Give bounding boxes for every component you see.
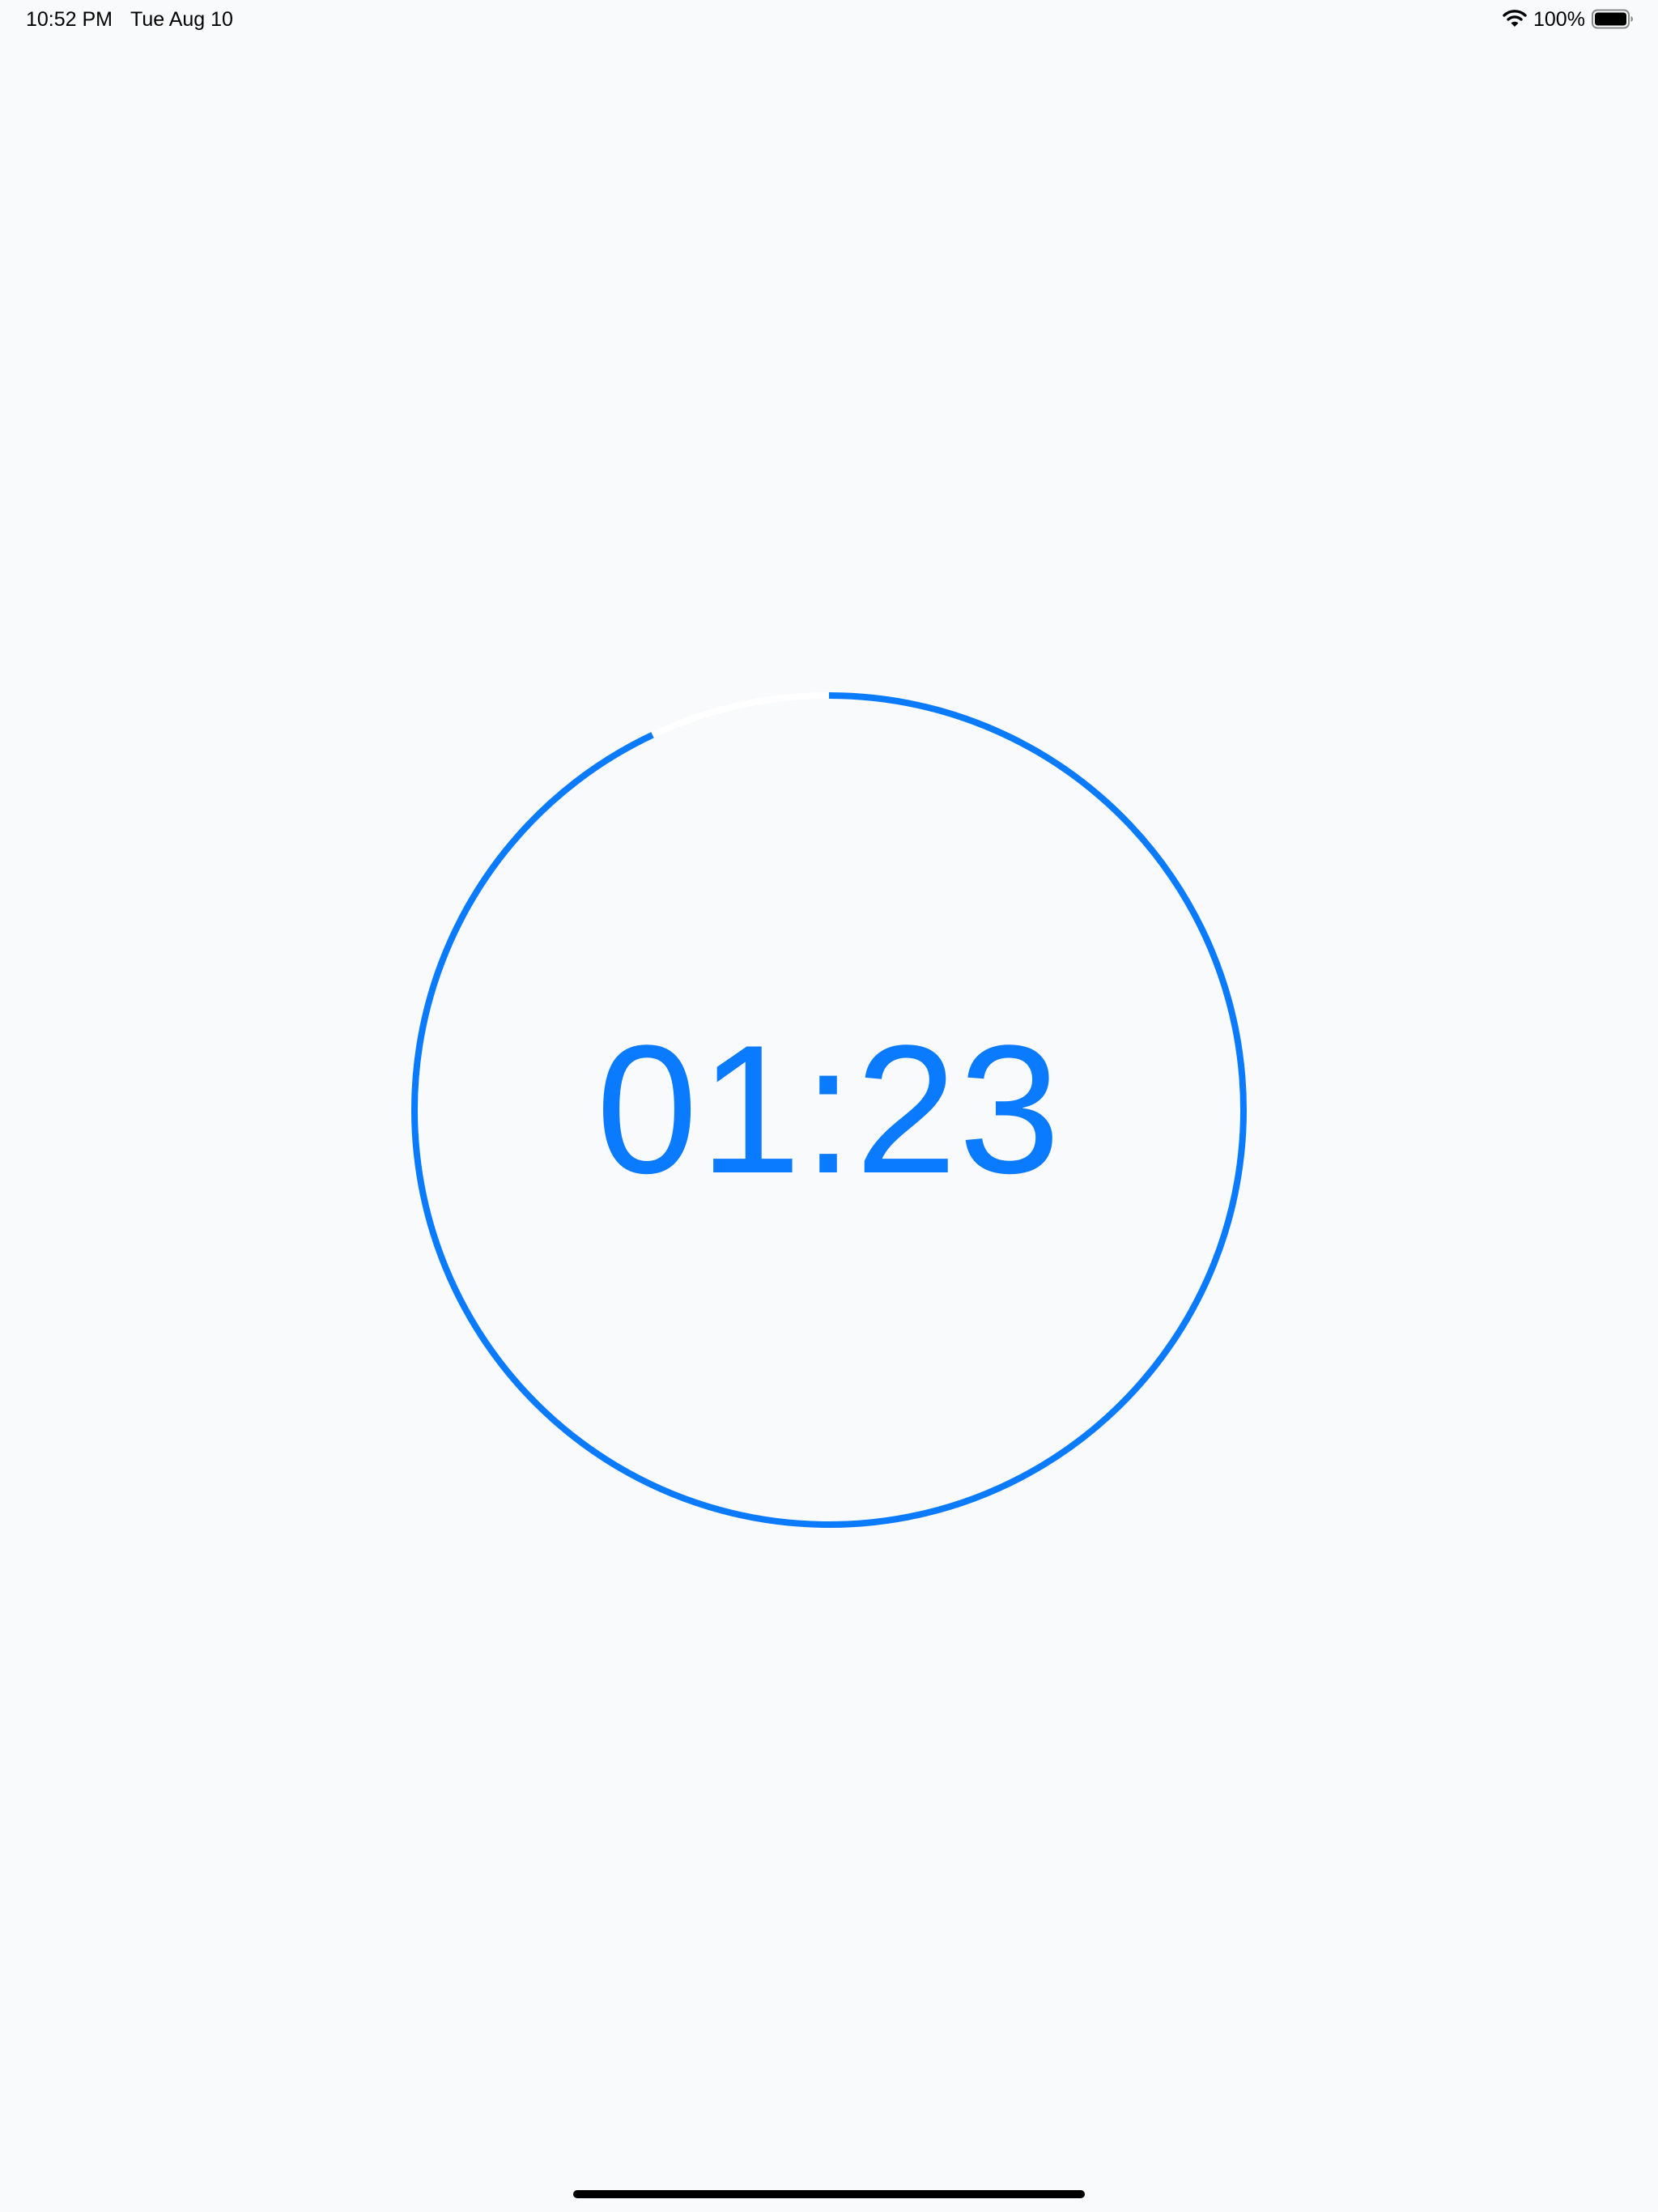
timer-display: 01:23 — [596, 1006, 1062, 1211]
home-indicator[interactable] — [573, 2190, 1085, 2198]
